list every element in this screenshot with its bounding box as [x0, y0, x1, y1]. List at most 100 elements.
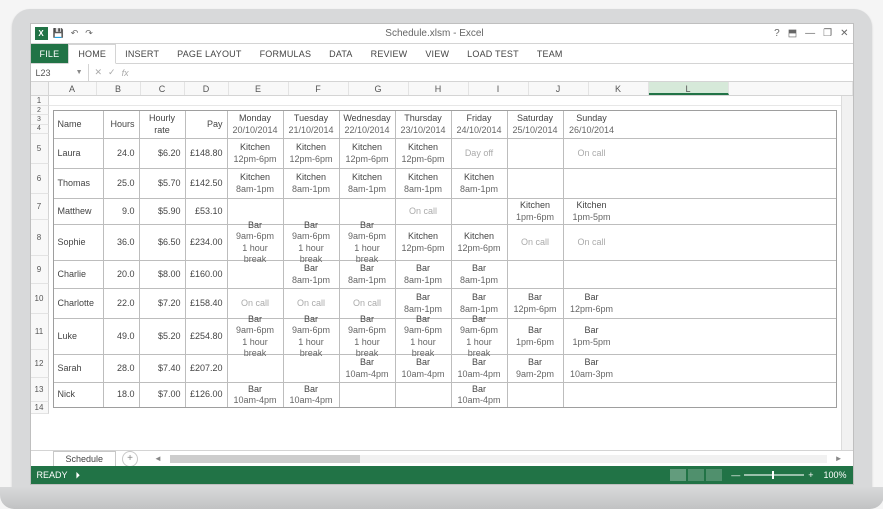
formula-enter-icon[interactable]: ✓ — [108, 67, 116, 78]
ribbon-tab-formulas[interactable]: FORMULAS — [251, 44, 321, 63]
qat-save-icon[interactable]: 💾 — [51, 28, 66, 39]
shift-cell[interactable]: Bar8am-1pm — [284, 261, 340, 288]
shift-cell[interactable]: Kitchen8am-1pm — [228, 169, 284, 198]
shift-cell[interactable]: Bar9am-6pm1 hour break — [228, 319, 284, 354]
row-header-6[interactable]: 6 — [31, 164, 49, 194]
help-icon[interactable]: ? — [774, 28, 780, 39]
macro-record-icon[interactable]: ⏵ — [76, 470, 81, 481]
shift-cell[interactable]: Bar10am-4pm — [228, 383, 284, 407]
shift-cell[interactable] — [508, 261, 564, 288]
shift-cell[interactable]: Bar1pm-5pm — [564, 319, 620, 354]
ribbon-display-icon[interactable]: ⬒ — [788, 28, 797, 39]
ribbon-tab-review[interactable]: REVIEW — [362, 44, 417, 63]
shift-cell[interactable]: Bar10am-4pm — [452, 383, 508, 407]
shift-cell[interactable]: Bar9am-6pm1 hour break — [340, 319, 396, 354]
shift-cell[interactable] — [564, 383, 620, 407]
employee-name[interactable]: Laura — [54, 139, 104, 168]
shift-cell[interactable]: Kitchen12pm-6pm — [284, 139, 340, 168]
shift-cell[interactable] — [452, 199, 508, 224]
shift-cell[interactable]: Bar10am-4pm — [396, 355, 452, 382]
col-header-K[interactable]: K — [589, 82, 649, 95]
employee-name[interactable]: Sophie — [54, 225, 104, 260]
row-header-2[interactable]: 2 — [31, 106, 49, 115]
shift-cell[interactable] — [340, 383, 396, 407]
ribbon-tab-data[interactable]: DATA — [320, 44, 361, 63]
row-header-7[interactable]: 7 — [31, 194, 49, 220]
employee-name[interactable]: Thomas — [54, 169, 104, 198]
ribbon-tab-team[interactable]: TEAM — [528, 44, 572, 63]
shift-cell[interactable]: Bar9am-2pm — [508, 355, 564, 382]
shift-cell[interactable]: Kitchen8am-1pm — [284, 169, 340, 198]
row-header-8[interactable]: 8 — [31, 220, 49, 256]
shift-cell[interactable]: Bar10am-4pm — [452, 355, 508, 382]
scroll-left-icon[interactable]: ◄ — [154, 454, 162, 463]
day-header-tuesday[interactable]: Tuesday21/10/2014 — [284, 111, 340, 138]
formula-bar[interactable] — [135, 64, 853, 81]
fx-label[interactable]: fx — [122, 68, 129, 78]
ribbon-tab-load-test[interactable]: LOAD TEST — [458, 44, 528, 63]
shift-cell[interactable] — [396, 383, 452, 407]
row-header-10[interactable]: 10 — [31, 284, 49, 314]
day-header-wednesday[interactable]: Wednesday22/10/2014 — [340, 111, 396, 138]
name-box[interactable]: L23 ▼ — [31, 64, 89, 81]
shift-cell[interactable]: On call — [396, 199, 452, 224]
shift-cell[interactable] — [284, 355, 340, 382]
qat-undo-icon[interactable]: ↶ — [69, 28, 81, 39]
ribbon-tab-file[interactable]: FILE — [31, 44, 69, 63]
name-box-dropdown-icon[interactable]: ▼ — [76, 69, 83, 76]
employee-name[interactable]: Matthew — [54, 199, 104, 224]
col-header-F[interactable]: F — [289, 82, 349, 95]
day-header-monday[interactable]: Monday20/10/2014 — [228, 111, 284, 138]
shift-cell[interactable]: Kitchen12pm-6pm — [228, 139, 284, 168]
minimize-icon[interactable]: — — [805, 28, 815, 39]
row-header-12[interactable]: 12 — [31, 350, 49, 378]
shift-cell[interactable]: Bar9am-6pm1 hour break — [452, 319, 508, 354]
shift-cell[interactable] — [508, 383, 564, 407]
view-page-break-icon[interactable] — [706, 469, 722, 481]
shift-cell[interactable]: Kitchen12pm-6pm — [452, 225, 508, 260]
shift-cell[interactable]: Bar1pm-6pm — [508, 319, 564, 354]
ribbon-tab-view[interactable]: VIEW — [416, 44, 458, 63]
shift-cell[interactable]: Kitchen12pm-6pm — [396, 225, 452, 260]
zoom-slider-thumb[interactable] — [772, 471, 774, 479]
employee-name[interactable]: Nick — [54, 383, 104, 407]
zoom-level[interactable]: 100% — [823, 470, 846, 480]
row-header-4[interactable]: 4 — [31, 125, 49, 134]
employee-name[interactable]: Charlie — [54, 261, 104, 288]
zoom-in-icon[interactable]: + — [808, 470, 813, 480]
shift-cell[interactable]: Bar9am-6pm1 hour break — [284, 319, 340, 354]
day-header-thursday[interactable]: Thursday23/10/2014 — [396, 111, 452, 138]
shift-cell[interactable]: Bar12pm-6pm — [564, 289, 620, 318]
formula-cancel-icon[interactable]: ✕ — [95, 67, 103, 78]
zoom-control[interactable]: — + 100% — [731, 470, 846, 480]
shift-cell[interactable]: Kitchen8am-1pm — [340, 169, 396, 198]
shift-cell[interactable]: On call — [564, 139, 620, 168]
zoom-out-icon[interactable]: — — [731, 470, 740, 480]
vertical-scrollbar[interactable] — [841, 96, 853, 450]
shift-cell[interactable]: On call — [564, 225, 620, 260]
col-header-D[interactable]: D — [185, 82, 229, 95]
restore-icon[interactable]: ❐ — [823, 28, 832, 39]
shift-cell[interactable]: Kitchen1pm-6pm — [508, 199, 564, 224]
row-header-13[interactable]: 13 — [31, 378, 49, 402]
col-header-G[interactable]: G — [349, 82, 409, 95]
add-sheet-button[interactable]: + — [122, 451, 138, 467]
row-header-9[interactable]: 9 — [31, 256, 49, 284]
view-page-layout-icon[interactable] — [688, 469, 704, 481]
shift-cell[interactable]: Bar12pm-6pm — [508, 289, 564, 318]
shift-cell[interactable] — [228, 355, 284, 382]
shift-cell[interactable]: Bar8am-1pm — [452, 261, 508, 288]
select-all-corner[interactable] — [31, 82, 49, 95]
row-header-11[interactable]: 11 — [31, 314, 49, 350]
shift-cell[interactable] — [508, 169, 564, 198]
shift-cell[interactable] — [228, 261, 284, 288]
row-header-14[interactable]: 14 — [31, 402, 49, 414]
row-header-5[interactable]: 5 — [31, 134, 49, 164]
shift-cell[interactable] — [564, 261, 620, 288]
col-header-I[interactable]: I — [469, 82, 529, 95]
shift-cell[interactable]: Bar9am-6pm1 hour break — [340, 225, 396, 260]
ribbon-tab-page-layout[interactable]: PAGE LAYOUT — [168, 44, 250, 63]
ribbon-tab-insert[interactable]: INSERT — [116, 44, 168, 63]
shift-cell[interactable]: Bar10am-4pm — [284, 383, 340, 407]
shift-cell[interactable]: Bar10am-3pm — [564, 355, 620, 382]
